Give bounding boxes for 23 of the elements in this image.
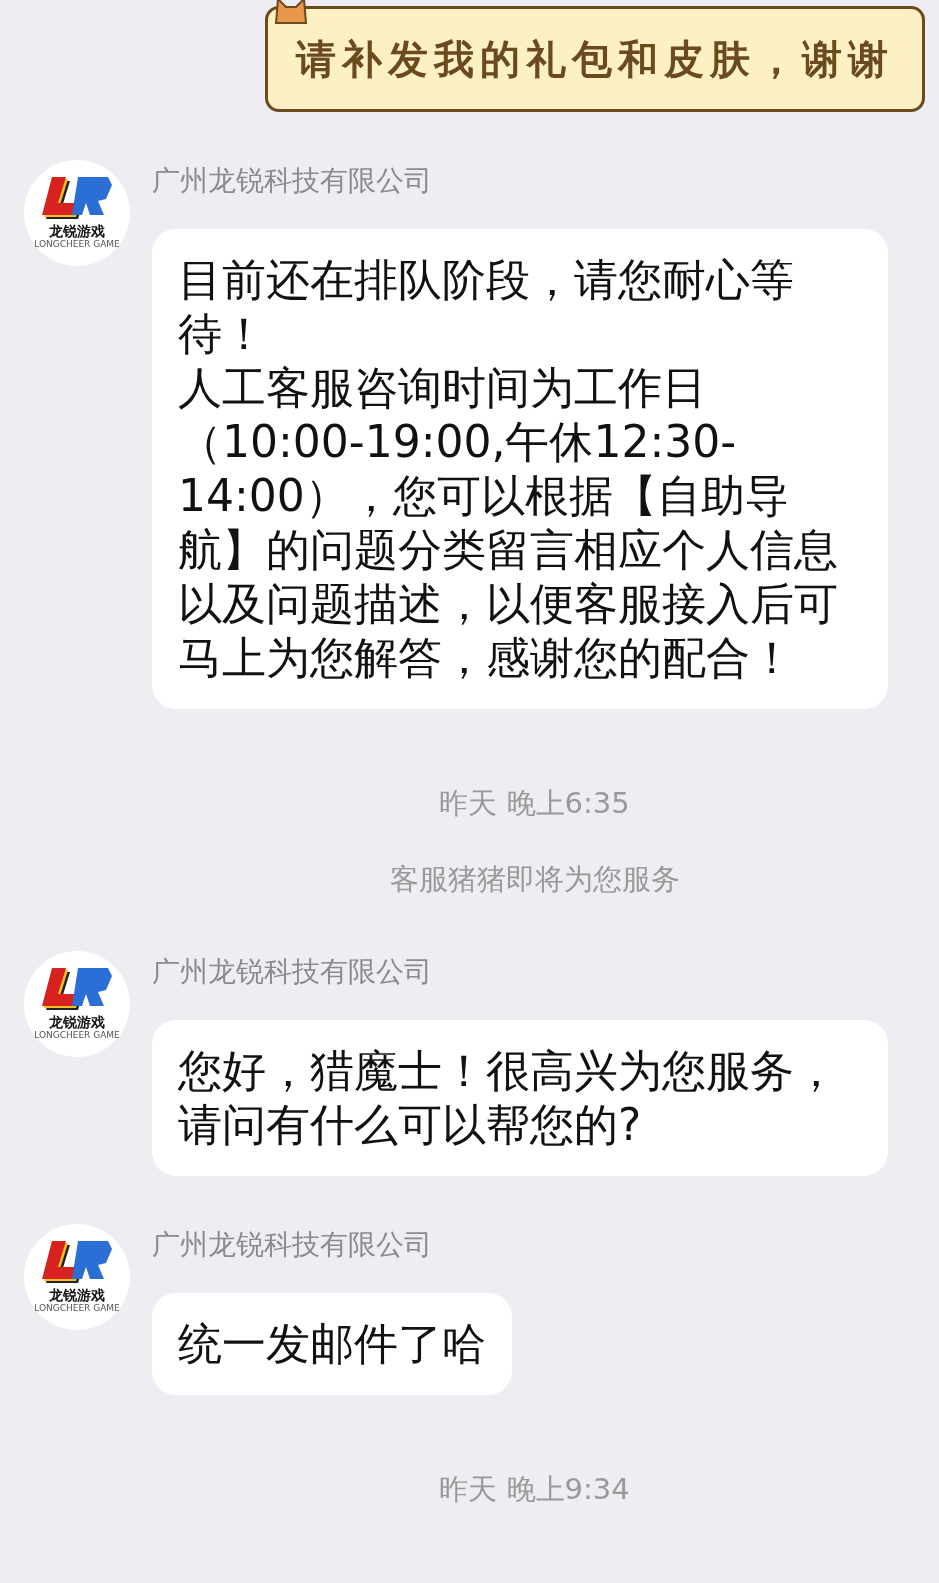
logo-subtitle: LONGCHEER GAME [34, 1029, 120, 1041]
logo-title: 龙锐游戏 [49, 1013, 105, 1030]
logo-icon [42, 1240, 112, 1285]
logo-subtitle: LONGCHEER GAME [34, 238, 120, 250]
system-notice: 客服猪猪即将为您服务 [389, 861, 680, 898]
logo-title: 龙锐游戏 [49, 222, 105, 239]
message-text: 请补发我的礼包和皮肤，谢谢 [296, 34, 894, 84]
timestamp: 昨天 晚上9:34 [439, 1471, 630, 1508]
message-text: 目前还在排队阶段，请您耐心等待！ [178, 253, 795, 361]
logo-icon [42, 176, 112, 221]
logo-title: 龙锐游戏 [49, 1286, 105, 1303]
avatar[interactable]: 龙锐游戏 LONGCHEER GAME [24, 160, 130, 266]
avatar[interactable]: 龙锐游戏 LONGCHEER GAME [24, 951, 130, 1057]
message-text: 人工客服咨询时间为工作日（10:00-19:00,午休12:30-14:00），您可以根据【自助导航】的问题分类留言相应个人信息以及问题描述，以便客服接入后可马上为您解答，感谢您的配合！ [178, 361, 839, 685]
sender-name: 广州龙锐科技有限公司 [152, 954, 432, 990]
avatar[interactable]: 龙锐游戏 LONGCHEER GAME [24, 1224, 130, 1330]
sender-name: 广州龙锐科技有限公司 [152, 1227, 432, 1263]
logo-subtitle: LONGCHEER GAME [34, 1302, 120, 1314]
timestamp: 昨天 晚上6:35 [439, 785, 630, 822]
logo-icon [42, 967, 112, 1012]
message-text: 统一发邮件了哈 [178, 1317, 486, 1371]
sender-name: 广州龙锐科技有限公司 [152, 163, 432, 199]
message-text: 您好，猎魔士！很高兴为您服务，请问有什么可以帮您的? [178, 1044, 839, 1152]
